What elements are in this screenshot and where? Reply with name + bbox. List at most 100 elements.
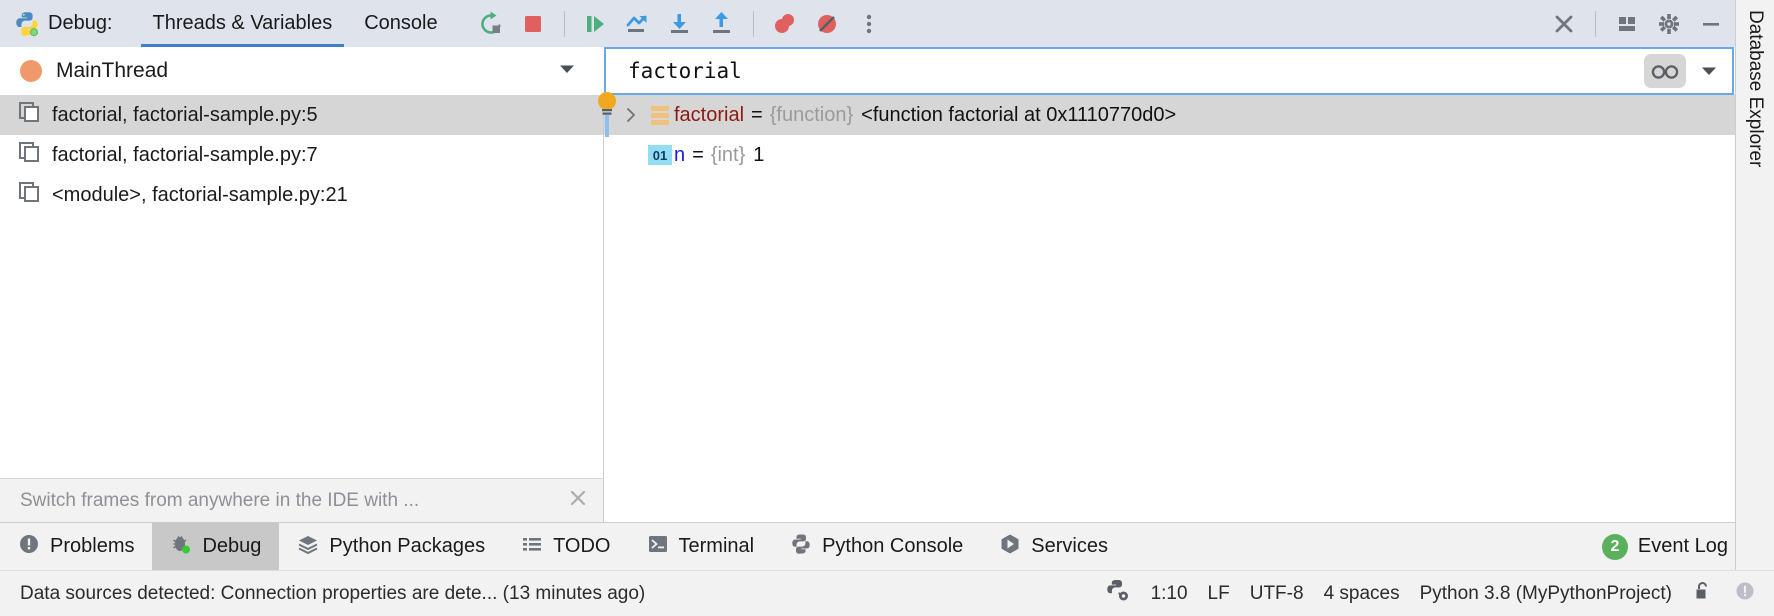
step-out-button[interactable] (701, 3, 743, 45)
line-separator[interactable]: LF (1208, 583, 1230, 605)
debug-main-area: factorial, factorial-sample.py:5 factori… (0, 95, 1774, 522)
database-explorer-label: Database Explorer (1744, 10, 1766, 167)
settings-button[interactable] (1648, 3, 1690, 45)
glasses-icon[interactable] (1644, 54, 1686, 88)
caret-position[interactable]: 1:10 (1151, 583, 1188, 605)
minimize-button[interactable] (1690, 3, 1732, 45)
interpreter-selector[interactable]: Python 3.8 (MyPythonProject) (1420, 583, 1672, 605)
variable-row[interactable]: factorial = {function} <function factori… (604, 95, 1774, 135)
tool-button-python-console[interactable]: Python Console (772, 523, 981, 571)
layout-settings-button[interactable] (1606, 3, 1648, 45)
tab-threads-and-variables[interactable]: Threads & Variables (137, 0, 349, 47)
variable-row[interactable]: 01 n = {int} 1 (604, 135, 1774, 175)
tool-button-debug[interactable]: Debug (152, 523, 279, 571)
variable-equals: = (751, 104, 763, 127)
frames-list: factorial, factorial-sample.py:5 factori… (0, 95, 603, 478)
function-icon (646, 106, 674, 125)
tool-button-label: Event Log (1638, 535, 1728, 558)
tool-button-label: Services (1031, 535, 1108, 558)
more-options-button[interactable] (848, 3, 890, 45)
variable-name: n (674, 144, 685, 167)
toolbar-step-controls (575, 3, 743, 45)
tool-button-label: Python Console (822, 535, 963, 558)
toolbar-breakpoint-controls (764, 3, 890, 45)
python-icon (14, 11, 40, 37)
tool-button-terminal[interactable]: Terminal (629, 523, 773, 571)
python-config-icon[interactable] (1105, 578, 1131, 610)
tool-button-services[interactable]: Services (981, 523, 1126, 571)
step-into-button[interactable] (659, 3, 701, 45)
debug-toolbar: Debug: Threads & Variables Console (0, 0, 1774, 47)
tool-button-label: TODO (553, 535, 610, 558)
pycharm-debug-window: Debug: Threads & Variables Console (0, 0, 1774, 616)
window-controls-divider (1595, 11, 1596, 37)
tool-window-bar: Problems Debug Python Pac (0, 522, 1774, 570)
toolbar-run-controls (470, 3, 554, 45)
frames-pane: factorial, factorial-sample.py:5 factori… (0, 95, 604, 522)
close-button[interactable] (1543, 3, 1585, 45)
tool-button-label: Python Packages (329, 535, 485, 558)
database-explorer-strip[interactable]: Database Explorer (1735, 0, 1774, 570)
tool-button-label: Problems (50, 535, 134, 558)
variable-equals: = (692, 144, 704, 167)
tool-button-python-packages[interactable]: Python Packages (279, 523, 503, 571)
indent-setting[interactable]: 4 spaces (1324, 583, 1400, 605)
frame-row[interactable]: factorial, factorial-sample.py:5 (0, 95, 603, 135)
status-bar-right: 1:10 LF UTF-8 4 spaces Python 3.8 (MyPyt… (1105, 578, 1774, 610)
frame-row[interactable]: factorial, factorial-sample.py:7 (0, 135, 603, 175)
thread-selector[interactable]: MainThread (0, 47, 604, 95)
frame-label: factorial, factorial-sample.py:7 (52, 144, 318, 167)
variable-value: 1 (753, 144, 764, 167)
frame-icon (18, 141, 40, 169)
debug-tabs: Threads & Variables Console (137, 0, 454, 47)
event-log-badge: 2 (1602, 534, 1628, 560)
thread-name-label: MainThread (56, 59, 168, 83)
unlocked-padlock-icon[interactable] (1692, 580, 1714, 608)
tool-button-problems[interactable]: Problems (0, 523, 152, 571)
packages-icon (297, 533, 319, 561)
thread-and-expression-row: MainThread factorial (0, 47, 1774, 95)
terminal-icon (647, 533, 669, 561)
frame-row[interactable]: <module>, factorial-sample.py:21 (0, 175, 603, 215)
tab-console[interactable]: Console (348, 0, 453, 47)
file-encoding[interactable]: UTF-8 (1250, 583, 1304, 605)
frames-hint-bar: Switch frames from anywhere in the IDE w… (0, 478, 603, 522)
lightbulb-icon[interactable] (596, 91, 618, 137)
evaluate-expression-field[interactable]: factorial (604, 47, 1734, 95)
status-message[interactable]: Data sources detected: Connection proper… (20, 583, 645, 605)
mute-breakpoints-button[interactable] (806, 3, 848, 45)
frame-icon (18, 181, 40, 209)
view-breakpoints-button[interactable] (764, 3, 806, 45)
problems-icon (18, 533, 40, 561)
expression-value: factorial (628, 59, 742, 83)
rerun-button[interactable] (470, 3, 512, 45)
status-bar: Data sources detected: Connection proper… (0, 570, 1774, 616)
expression-history-chevron-down-icon[interactable] (1692, 61, 1726, 81)
tool-button-label: Debug (202, 535, 261, 558)
toolbar-divider-2 (753, 11, 754, 37)
variable-value: <function factorial at 0x1110770d0> (861, 104, 1176, 127)
variables-pane: factorial = {function} <function factori… (604, 95, 1774, 522)
thread-status-dot (20, 60, 42, 82)
tool-button-todo[interactable]: TODO (503, 523, 628, 571)
chevron-down-icon[interactable] (556, 58, 578, 85)
info-circle-icon[interactable] (1734, 580, 1756, 608)
frame-label: <module>, factorial-sample.py:21 (52, 184, 348, 207)
frame-icon (18, 101, 40, 129)
hint-close-icon[interactable] (567, 487, 589, 514)
int-icon: 01 (646, 145, 674, 165)
step-over-button[interactable] (617, 3, 659, 45)
tool-button-label: Terminal (679, 535, 755, 558)
toolbar-divider-1 (564, 11, 565, 37)
resume-button[interactable] (575, 3, 617, 45)
variable-type: {function} (770, 104, 853, 127)
debug-label: Debug: (48, 12, 113, 35)
variable-name: factorial (674, 104, 744, 127)
expression-actions (1644, 54, 1732, 88)
frame-label: factorial, factorial-sample.py:5 (52, 104, 318, 127)
int-icon-label: 01 (648, 145, 672, 165)
todo-list-icon (521, 533, 543, 561)
stop-button[interactable] (512, 3, 554, 45)
hint-text: Switch frames from anywhere in the IDE w… (20, 490, 567, 512)
chevron-right-icon[interactable] (616, 107, 646, 123)
